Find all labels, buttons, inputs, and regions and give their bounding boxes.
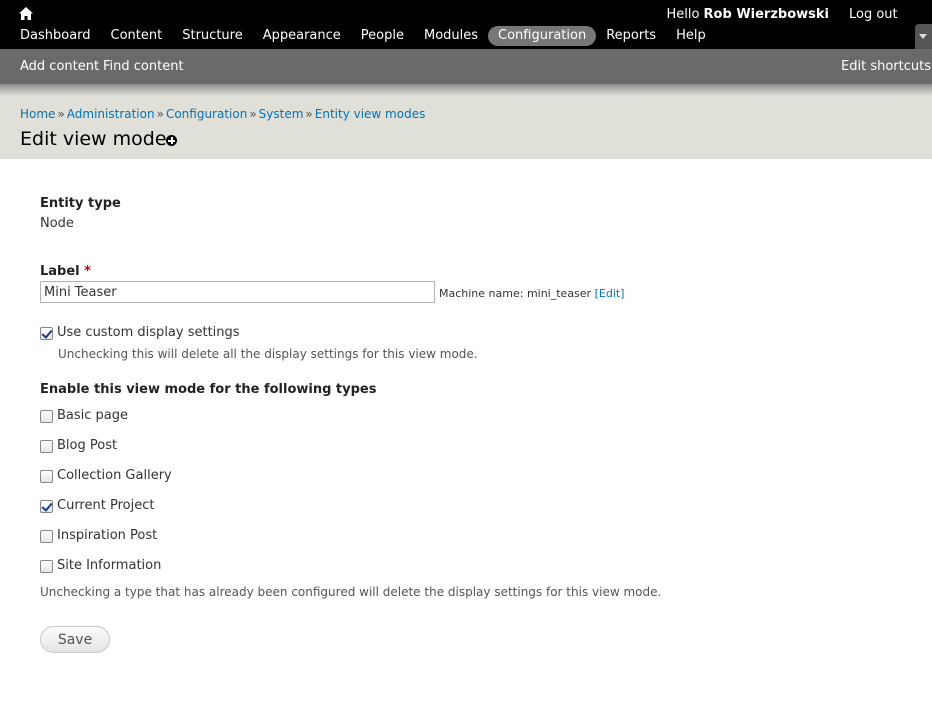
type-checkbox-label[interactable]: Blog Post <box>57 438 117 453</box>
breadcrumb-separator: » <box>156 107 164 121</box>
type-checkbox[interactable] <box>40 560 53 573</box>
greeting-text: Hello <box>666 7 704 22</box>
breadcrumb-link[interactable]: Configuration <box>166 107 247 121</box>
entity-type-value: Node <box>40 216 74 231</box>
breadcrumb: Home» Administration» Configuration» System… <box>20 107 425 121</box>
machine-name-text: Machine name: mini_teaser <box>439 287 595 300</box>
shortcut-find-content[interactable]: Find content <box>103 59 184 74</box>
label-field-text: Label <box>40 264 80 279</box>
menu-item-help[interactable]: Help <box>666 26 716 46</box>
type-checkbox-label[interactable]: Site Information <box>57 558 161 573</box>
menu-item-structure[interactable]: Structure <box>172 26 252 46</box>
shortcut-add-content[interactable]: Add content <box>20 59 99 74</box>
breadcrumb-link[interactable]: System <box>259 107 304 121</box>
label-input[interactable] <box>40 281 435 303</box>
required-marker: * <box>84 264 91 279</box>
breadcrumb-link[interactable]: Entity view modes <box>315 107 426 121</box>
custom-display-description: Unchecking this will delete all the disp… <box>58 347 478 361</box>
breadcrumb-separator: » <box>305 107 313 121</box>
user-name-link[interactable]: Rob Wierzbowski <box>704 7 829 22</box>
menu-item-appearance[interactable]: Appearance <box>253 26 351 46</box>
type-checkbox-label[interactable]: Basic page <box>57 408 128 423</box>
machine-name: Machine name: mini_teaser [Edit] <box>439 287 624 300</box>
save-button[interactable]: Save <box>40 626 110 653</box>
chevron-down-icon <box>919 34 927 39</box>
types-description: Unchecking a type that has already been … <box>40 585 662 599</box>
types-heading: Enable this view mode for the following … <box>40 382 377 397</box>
type-checkbox[interactable] <box>40 530 53 543</box>
toolbar-toggle-button[interactable] <box>915 24 932 49</box>
menu-item-configuration[interactable]: Configuration <box>488 26 597 46</box>
home-icon[interactable] <box>19 7 33 20</box>
add-shortcut-icon[interactable] <box>166 135 177 146</box>
edit-shortcuts-link[interactable]: Edit shortcuts <box>841 59 931 74</box>
type-checkbox[interactable] <box>40 500 53 513</box>
page-title: Edit view mode <box>20 128 167 150</box>
custom-display-label[interactable]: Use custom display settings <box>57 325 240 340</box>
breadcrumb-separator: » <box>57 107 65 121</box>
type-checkbox-label[interactable]: Current Project <box>57 498 154 513</box>
user-greeting: Hello Rob Wierzbowski <box>666 7 829 22</box>
type-checkbox[interactable] <box>40 440 53 453</box>
admin-toolbar: Hello Rob Wierzbowski Log out Dashboard C… <box>0 0 932 49</box>
label-field-label: Label * <box>40 264 91 279</box>
machine-name-edit-link[interactable]: [Edit] <box>595 287 625 300</box>
menu-item-people[interactable]: People <box>351 26 414 46</box>
menu-item-modules[interactable]: Modules <box>414 26 488 46</box>
breadcrumb-link[interactable]: Home <box>20 107 55 121</box>
type-checkbox-label[interactable]: Inspiration Post <box>57 528 157 543</box>
header-shadow <box>0 84 932 96</box>
menu-item-content[interactable]: Content <box>101 26 173 46</box>
breadcrumb-separator: » <box>249 107 257 121</box>
menu-item-reports[interactable]: Reports <box>596 26 666 46</box>
type-checkbox-label[interactable]: Collection Gallery <box>57 468 172 483</box>
logout-link[interactable]: Log out <box>849 7 898 22</box>
custom-display-checkbox[interactable] <box>40 327 53 340</box>
page-header: Home» Administration» Configuration» System… <box>0 84 932 159</box>
entity-type-label: Entity type <box>40 196 121 211</box>
main-menu: Dashboard Content Structure Appearance Peopl… <box>0 26 716 46</box>
menu-item-dashboard[interactable]: Dashboard <box>0 26 101 46</box>
type-checkbox[interactable] <box>40 470 53 483</box>
shortcuts-bar: Add content Find content Edit shortcuts <box>0 49 932 84</box>
type-checkbox[interactable] <box>40 410 53 423</box>
breadcrumb-link[interactable]: Administration <box>67 107 155 121</box>
